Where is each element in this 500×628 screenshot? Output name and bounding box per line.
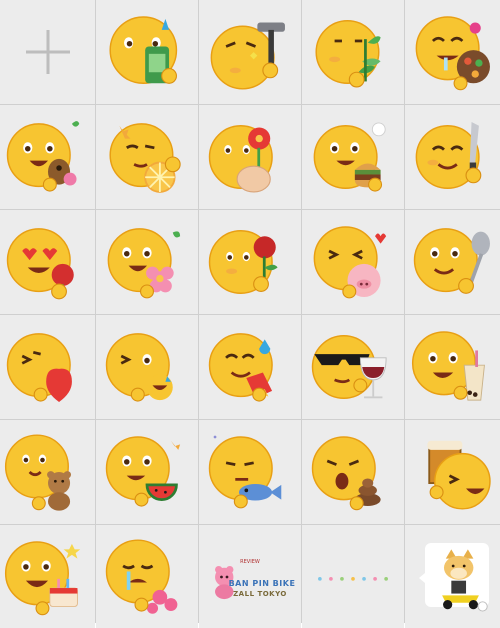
emoji-drooling-food-icon <box>409 6 500 98</box>
sticker-item[interactable] <box>96 315 198 419</box>
sticker-item[interactable] <box>0 105 95 209</box>
emoji-beer-icon <box>409 426 500 518</box>
sticker-subtitle: REVIEW <box>199 559 301 565</box>
sticker-item[interactable] <box>405 105 500 209</box>
emoji-laughing-icon <box>101 321 193 413</box>
sticker-item[interactable] <box>302 0 404 104</box>
emoji-pig-icon <box>307 216 399 308</box>
emoji-knife-icon <box>409 111 500 203</box>
sticker-item[interactable] <box>96 105 198 209</box>
emoji-pink-flower-icon <box>101 216 193 308</box>
sticker-item[interactable] <box>199 420 301 524</box>
emoji-eating-cake-icon <box>101 6 193 98</box>
emoji-crying-flowers-icon <box>101 531 193 623</box>
sticker-tag: ZALL TOKYO <box>219 590 301 598</box>
sticker-item[interactable] <box>0 210 95 314</box>
sticker-caption: BAN PIN BIKE <box>223 579 301 588</box>
sticker-item[interactable] <box>405 420 500 524</box>
emoji-poop-icon <box>307 426 399 518</box>
sticker-item[interactable] <box>96 525 198 628</box>
sticker-dots-icon <box>307 531 399 623</box>
sticker-item[interactable]: REVIEW BAN PIN BIKE ZALL TOKYO <box>199 525 301 628</box>
sticker-pink-bear-icon <box>204 531 296 623</box>
add-sticker-button[interactable] <box>0 0 95 104</box>
sticker-item[interactable] <box>96 420 198 524</box>
emoji-fish-icon <box>204 426 296 518</box>
sticker-item[interactable] <box>405 525 500 628</box>
emoji-heart-eyes-rose-icon <box>2 216 94 308</box>
emoji-plant-icon <box>307 6 399 98</box>
sticker-item[interactable] <box>302 105 404 209</box>
emoji-lemon-icon <box>101 111 193 203</box>
sticker-item[interactable] <box>302 315 404 419</box>
sticker-doge-scooter-icon <box>409 531 500 623</box>
emoji-hammer-icon <box>204 6 296 98</box>
emoji-teddy-bear-icon <box>2 426 94 518</box>
sticker-item[interactable] <box>405 315 500 419</box>
sticker-item[interactable] <box>0 315 95 419</box>
sticker-item[interactable] <box>405 0 500 104</box>
emoji-heart-icon <box>2 321 94 413</box>
sticker-item[interactable] <box>0 420 95 524</box>
sticker-item[interactable] <box>199 315 301 419</box>
sticker-item[interactable] <box>0 525 95 628</box>
emoji-spoon-icon <box>409 216 500 308</box>
emoji-bubble-tea-icon <box>409 321 500 413</box>
sticker-item[interactable] <box>405 210 500 314</box>
sticker-item[interactable] <box>302 525 404 628</box>
emoji-horse-icon <box>2 111 94 203</box>
sticker-item[interactable] <box>199 210 301 314</box>
emoji-sunglasses-wine-icon <box>307 321 399 413</box>
plus-icon <box>24 28 72 76</box>
sticker-item[interactable] <box>96 210 198 314</box>
sticker-item[interactable] <box>199 105 301 209</box>
emoji-sweat-icon <box>204 321 296 413</box>
sticker-item[interactable] <box>302 210 404 314</box>
sticker-item[interactable] <box>96 0 198 104</box>
sticker-item[interactable] <box>199 0 301 104</box>
emoji-burger-icon <box>307 111 399 203</box>
sticker-item[interactable] <box>302 420 404 524</box>
sticker-grid: REVIEW BAN PIN BIKE ZALL TOKYO <box>0 0 500 623</box>
emoji-cake-icon <box>2 531 94 623</box>
emoji-flower-icon <box>204 111 296 203</box>
emoji-watermelon-icon <box>101 426 193 518</box>
emoji-rose-icon <box>204 216 296 308</box>
